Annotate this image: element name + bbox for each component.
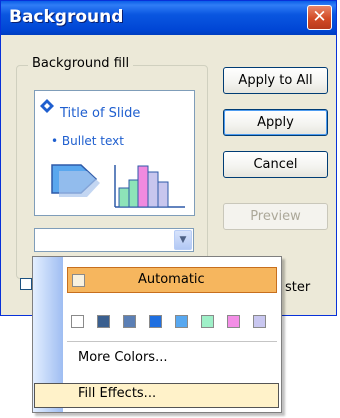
color-swatch[interactable] [123,315,136,328]
title-bar[interactable]: Background ✕ [1,1,336,35]
preview-button: Preview [223,203,328,230]
diamond-bullet-icon [40,99,54,113]
group-label: Background fill [28,56,134,71]
preview-graphics [51,164,185,208]
color-swatch[interactable] [201,315,214,328]
menu-item-more-colors[interactable]: More Colors... [78,350,167,365]
dialog-title: Background [9,7,124,27]
menu-separator [67,341,277,342]
menu-item-automatic[interactable]: Automatic [67,267,277,293]
close-icon: ✕ [312,7,327,27]
apply-button[interactable]: Apply [223,109,328,136]
fill-color-menu: Automatic More Colors... Fill Effects... [32,256,282,413]
cancel-button[interactable]: Cancel [223,151,328,178]
automatic-swatch [72,274,85,287]
menu-item-fill-effects[interactable]: Fill Effects... [78,386,156,401]
color-swatch[interactable] [175,315,188,328]
color-swatch[interactable] [227,315,240,328]
color-swatch[interactable] [71,315,84,328]
preview-bullet-text: • Bullet text [51,134,124,148]
menu-item-fill-effects-highlight[interactable] [34,383,279,408]
color-swatch[interactable] [149,315,162,328]
chevron-down-icon[interactable]: ▼ [174,230,192,250]
color-swatch[interactable] [253,315,266,328]
color-swatch[interactable] [97,315,110,328]
preview-slide-title: Title of Slide [60,106,141,121]
close-button[interactable]: ✕ [307,5,332,30]
fill-color-dropdown[interactable]: ▼ [34,228,194,252]
omit-master-label: ster [285,280,311,295]
omit-master-checkbox[interactable] [20,278,32,290]
automatic-label: Automatic [138,272,205,287]
apply-to-all-button[interactable]: Apply to All [223,67,328,94]
